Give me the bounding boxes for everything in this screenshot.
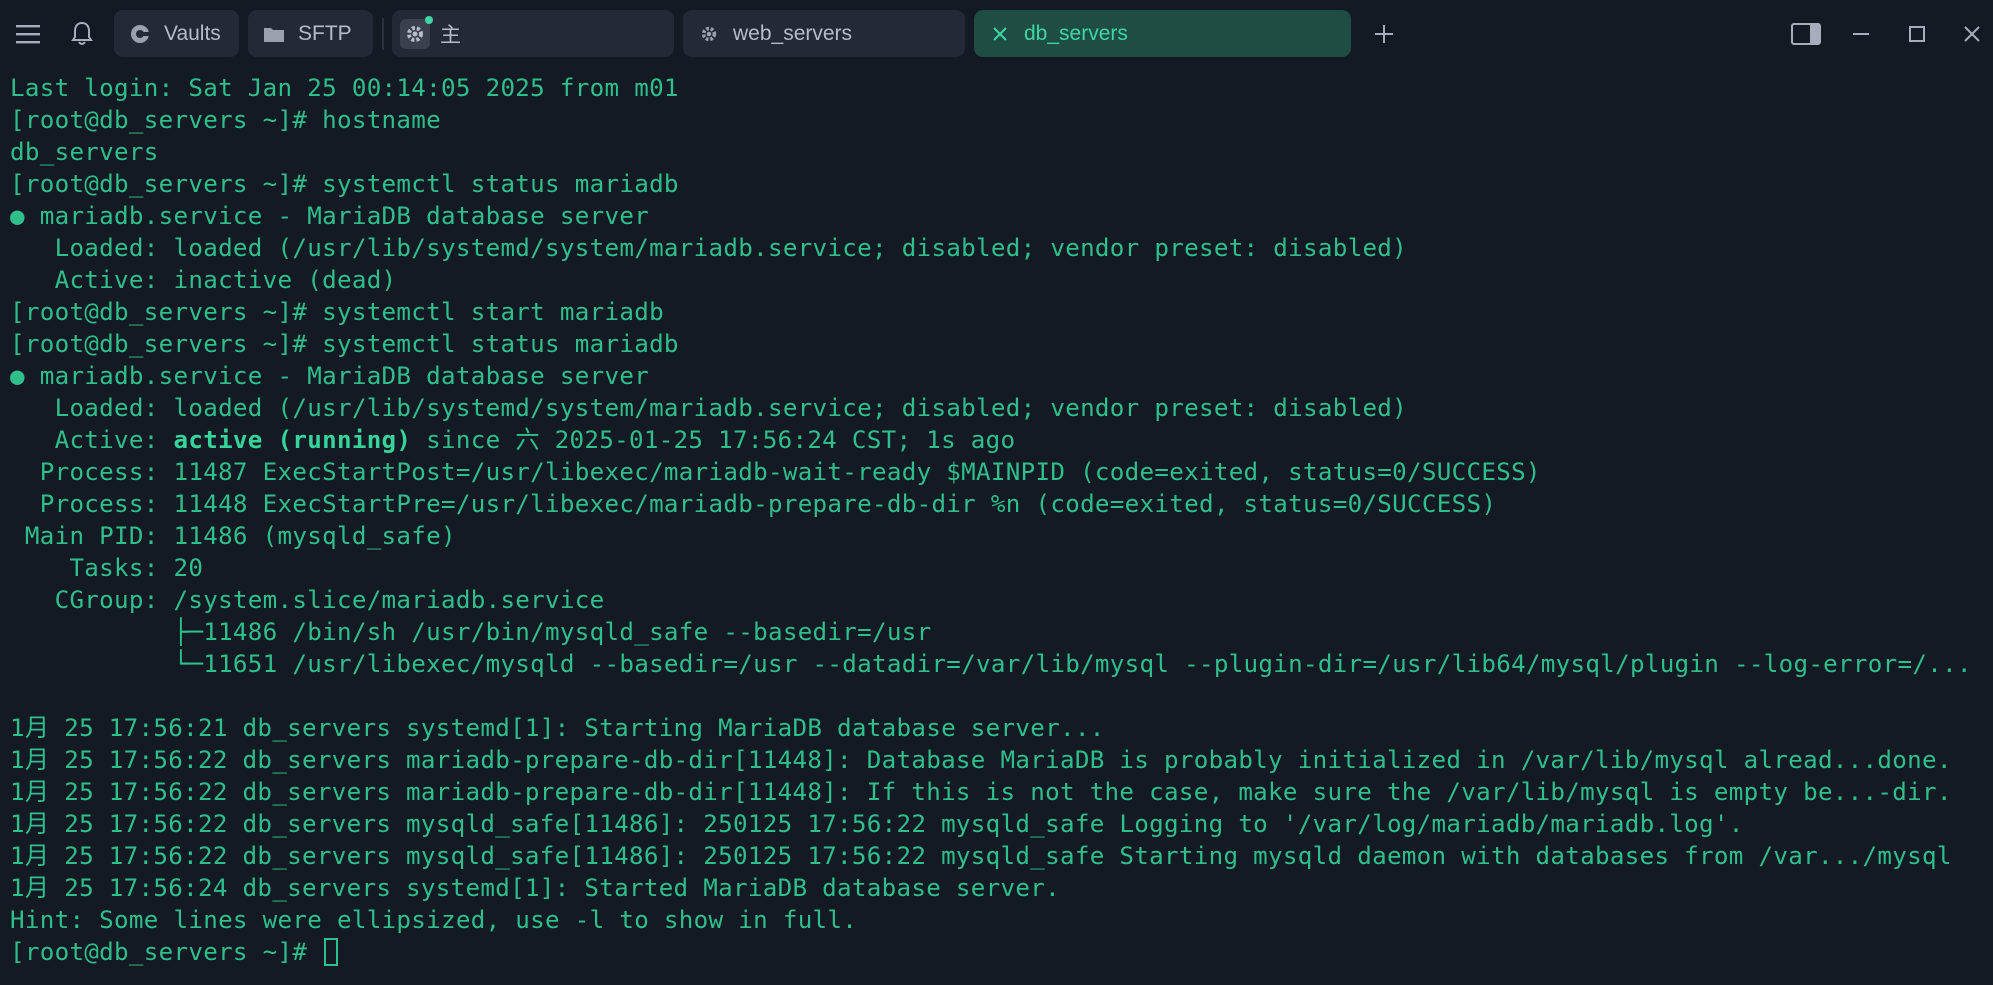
- terminal-line: 1月 25 17:56:22 db_servers mariadb-prepar…: [10, 778, 1952, 806]
- text-cursor: [324, 938, 339, 966]
- terminal-line: └─11651 /usr/libexec/mysqld --basedir=/u…: [10, 650, 1972, 678]
- terminal-line-active-status: Active: active (running) since 六 2025-01…: [10, 424, 1016, 456]
- close-icon[interactable]: [988, 22, 1012, 46]
- terminal-line: Main PID: 11486 (mysqld_safe): [10, 522, 456, 550]
- minimize-icon[interactable]: [1841, 14, 1881, 54]
- active-since: since 六 2025-01-25 17:56:24 CST; 1s ago: [411, 426, 1016, 454]
- terminal-line: Process: 11487 ExecStartPost=/usr/libexe…: [10, 458, 1541, 486]
- tab-local[interactable]: 主: [392, 10, 674, 57]
- active-label: Active:: [10, 426, 174, 454]
- tab-label: db_servers: [1024, 21, 1128, 45]
- terminal-line: [root@db_servers ~]# systemctl status ma…: [10, 330, 679, 358]
- tab-web-servers[interactable]: web_servers: [683, 10, 965, 57]
- tab-label: SFTP: [298, 21, 352, 45]
- tab-vaults[interactable]: Vaults: [114, 10, 239, 57]
- terminal-line: Hint: Some lines were ellipsized, use -l…: [10, 906, 858, 934]
- gear-icon: [697, 22, 721, 46]
- maximize-icon[interactable]: [1897, 14, 1937, 54]
- terminal-line: 1月 25 17:56:21 db_servers systemd[1]: St…: [10, 714, 1105, 742]
- tab-bar: Vaults SFTP 主 web_servers db_servers: [0, 0, 1993, 68]
- terminal-line: CGroup: /system.slice/mariadb.service: [10, 586, 605, 614]
- terminal-line: 1月 25 17:56:22 db_servers mariadb-prepar…: [10, 746, 1952, 774]
- terminal-line: ├─11486 /bin/sh /usr/bin/mysqld_safe --b…: [10, 618, 932, 646]
- terminal-app-window: Vaults SFTP 主 web_servers db_servers Las…: [0, 0, 1993, 985]
- terminal-output[interactable]: Last login: Sat Jan 25 00:14:05 2025 fro…: [0, 72, 1993, 985]
- tab-label: 主: [440, 23, 461, 47]
- status-dot: [425, 15, 433, 24]
- terminal-line: [root@db_servers ~]# hostname: [10, 106, 442, 134]
- terminal-line: Loaded: loaded (/usr/lib/systemd/system/…: [10, 234, 1408, 262]
- terminal-line: 1月 25 17:56:22 db_servers mysqld_safe[11…: [10, 810, 1744, 838]
- terminal-line: Active: inactive (dead): [10, 266, 397, 294]
- terminal-line: Loaded: loaded (/usr/lib/systemd/system/…: [10, 394, 1408, 422]
- tab-divider: [382, 18, 384, 50]
- folder-icon: [262, 22, 286, 46]
- plus-icon[interactable]: [1364, 14, 1404, 54]
- terminal-line: ● mariadb.service - MariaDB database ser…: [10, 202, 650, 230]
- tab-label: web_servers: [733, 21, 853, 45]
- menu-icon[interactable]: [8, 14, 48, 54]
- prompt: [root@db_servers ~]#: [10, 938, 323, 966]
- terminal-line: 1月 25 17:56:22 db_servers mysqld_safe[11…: [10, 842, 1952, 870]
- sidebar-toggle-icon[interactable]: [1786, 14, 1826, 54]
- gear-icon: [400, 15, 433, 49]
- terminal-prompt-line[interactable]: [root@db_servers ~]#: [10, 936, 339, 968]
- terminal-line: ● mariadb.service - MariaDB database ser…: [10, 362, 650, 390]
- tab-db-servers[interactable]: db_servers: [974, 10, 1351, 57]
- terminal-line: db_servers: [10, 138, 159, 166]
- vaults-icon: [128, 22, 152, 46]
- window-close-icon[interactable]: [1952, 14, 1992, 54]
- active-state: active (running): [173, 426, 412, 454]
- terminal-line: 1月 25 17:56:24 db_servers systemd[1]: St…: [10, 874, 1060, 902]
- terminal-line: Process: 11448 ExecStartPre=/usr/libexec…: [10, 490, 1497, 518]
- terminal-line: Tasks: 20: [10, 554, 204, 582]
- terminal-line: [root@db_servers ~]# systemctl start mar…: [10, 298, 664, 326]
- tab-label: Vaults: [164, 21, 221, 45]
- bell-icon[interactable]: [62, 14, 102, 54]
- terminal-line: Last login: Sat Jan 25 00:14:05 2025 fro…: [10, 74, 679, 102]
- terminal-line: [root@db_servers ~]# systemctl status ma…: [10, 170, 679, 198]
- tab-sftp[interactable]: SFTP: [248, 10, 373, 57]
